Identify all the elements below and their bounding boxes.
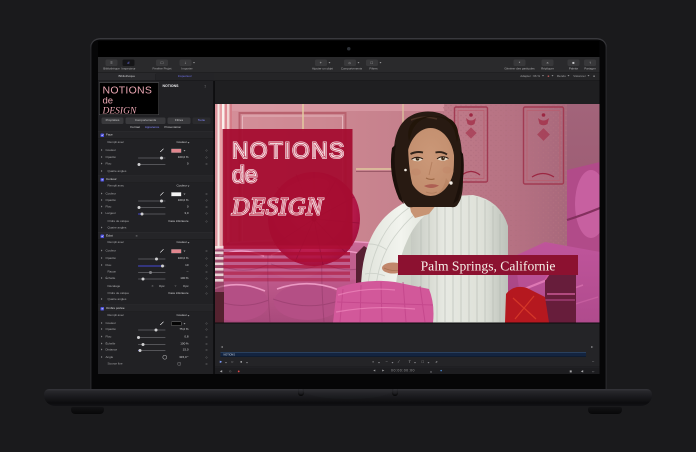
svg-text:de: de bbox=[232, 162, 258, 188]
svg-text:DESIGN: DESIGN bbox=[231, 195, 324, 221]
svg-text:Palm Springs, Californie: Palm Springs, Californie bbox=[420, 259, 555, 274]
svg-text:NOTIONS: NOTIONS bbox=[232, 138, 346, 163]
